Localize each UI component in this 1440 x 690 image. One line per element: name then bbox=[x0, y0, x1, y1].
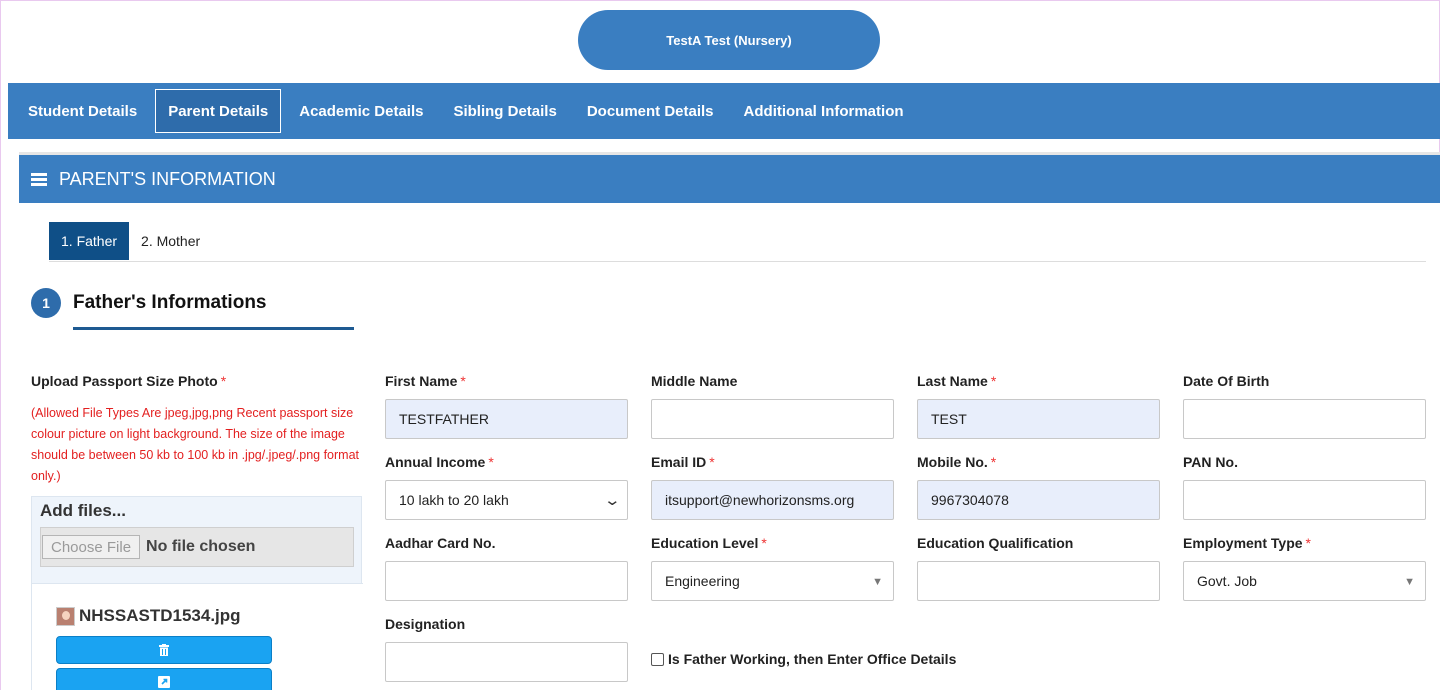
frame-top-border bbox=[0, 0, 1440, 1]
aadhar-label: Aadhar Card No. bbox=[385, 535, 496, 551]
section-underline bbox=[73, 327, 354, 330]
photo-upload-note: (Allowed File Types Are jpeg,jpg,png Rec… bbox=[31, 406, 360, 483]
external-link-icon bbox=[158, 676, 170, 688]
chevron-down-icon: ⌄ bbox=[603, 492, 622, 509]
employment-type-select[interactable]: Govt. Job ▼ bbox=[1183, 561, 1426, 601]
tab-additional-information[interactable]: Additional Information bbox=[732, 89, 916, 133]
designation-field[interactable] bbox=[385, 642, 628, 682]
tab-document-details[interactable]: Document Details bbox=[575, 89, 726, 133]
mobile-label: Mobile No. * bbox=[917, 454, 997, 470]
parent-subtabs: 1. Father 2. Mother bbox=[49, 222, 212, 260]
father-working-label: Is Father Working, then Enter Office Det… bbox=[668, 651, 957, 667]
section-title: Father's Informations bbox=[73, 292, 267, 313]
uploaded-file-name: NHSSASTD1534.jpg bbox=[79, 606, 241, 625]
mobile-field[interactable]: 9967304078 bbox=[917, 480, 1160, 520]
parent-information-panel: PARENT'S INFORMATION 1. Father 2. Mother… bbox=[19, 152, 1440, 690]
email-field[interactable]: itsupport@newhorizonsms.org bbox=[651, 480, 894, 520]
education-level-select[interactable]: Engineering ▼ bbox=[651, 561, 894, 601]
education-qualification-field[interactable] bbox=[917, 561, 1160, 601]
caret-down-icon: ▼ bbox=[872, 576, 883, 588]
designation-label: Designation bbox=[385, 616, 466, 632]
annual-income-select[interactable]: 10 lakh to 20 lakh ⌄ bbox=[385, 480, 628, 520]
add-files-label: Add files... bbox=[40, 501, 126, 520]
section-number-badge: 1 bbox=[31, 288, 61, 318]
caret-down-icon: ▼ bbox=[1404, 576, 1415, 588]
date-of-birth-label: Date Of Birth bbox=[1183, 373, 1270, 389]
date-of-birth-field[interactable] bbox=[1183, 399, 1426, 439]
father-working-option[interactable]: Is Father Working, then Enter Office Det… bbox=[651, 651, 956, 667]
last-name-field[interactable]: TEST bbox=[917, 399, 1160, 439]
middle-name-label: Middle Name bbox=[651, 373, 738, 389]
last-name-label: Last Name * bbox=[917, 373, 997, 389]
panel-header: PARENT'S INFORMATION bbox=[19, 155, 1440, 203]
student-name-button[interactable]: TestA Test (Nursery) bbox=[578, 10, 880, 70]
choose-file-button[interactable]: Choose File bbox=[42, 535, 141, 559]
frame-left-border bbox=[0, 0, 1, 690]
uploaded-files-list: NHSSASTD1534.jpg bbox=[32, 583, 363, 690]
photo-file-input[interactable]: Choose File No file chosen bbox=[40, 527, 354, 567]
tab-sibling-details[interactable]: Sibling Details bbox=[441, 89, 568, 133]
subtab-father[interactable]: 1. Father bbox=[49, 222, 130, 260]
education-qualification-label: Education Qualification bbox=[917, 535, 1074, 551]
annual-income-label: Annual Income * bbox=[385, 454, 494, 470]
subtab-divider bbox=[49, 261, 1426, 262]
photo-upload-label: Upload Passport Size Photo * bbox=[31, 373, 227, 389]
father-working-checkbox[interactable] bbox=[651, 652, 664, 666]
photo-thumbnail bbox=[56, 606, 75, 626]
tab-academic-details[interactable]: Academic Details bbox=[287, 89, 435, 133]
delete-photo-button[interactable] bbox=[56, 636, 272, 664]
panel-title: PARENT'S INFORMATION bbox=[59, 168, 276, 189]
file-status-text: No file chosen bbox=[146, 538, 256, 555]
middle-name-field[interactable] bbox=[651, 399, 894, 439]
employment-type-label: Employment Type * bbox=[1183, 535, 1311, 551]
photo-upload-box: Add files... Choose File No file chosen … bbox=[31, 496, 363, 690]
section-heading: 1 Father's Informations bbox=[31, 288, 267, 318]
first-name-field[interactable]: TESTFATHER bbox=[385, 399, 628, 439]
tab-parent-details[interactable]: Parent Details bbox=[155, 89, 282, 133]
menu-icon[interactable] bbox=[31, 172, 47, 186]
main-navigation: Student Details Parent Details Academic … bbox=[8, 83, 1440, 139]
edit-photo-button[interactable] bbox=[56, 668, 272, 690]
pan-field[interactable] bbox=[1183, 480, 1426, 520]
aadhar-field[interactable] bbox=[385, 561, 628, 601]
tab-student-details[interactable]: Student Details bbox=[16, 89, 149, 133]
uploaded-file-item: NHSSASTD1534.jpg bbox=[56, 606, 241, 626]
first-name-label: First Name * bbox=[385, 373, 466, 389]
education-level-label: Education Level * bbox=[651, 535, 767, 551]
required-marker: * bbox=[220, 373, 227, 389]
pan-label: PAN No. bbox=[1183, 454, 1238, 470]
email-label: Email ID * bbox=[651, 454, 715, 470]
trash-icon bbox=[159, 644, 169, 656]
subtab-mother[interactable]: 2. Mother bbox=[129, 222, 212, 260]
